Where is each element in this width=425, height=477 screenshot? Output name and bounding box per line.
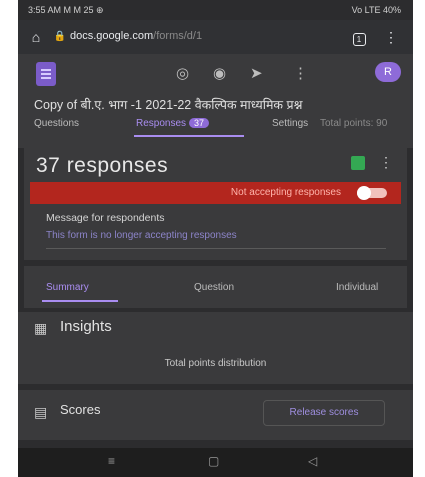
sheets-icon[interactable] bbox=[351, 156, 365, 170]
phone-screen: 3:55 AM M M 25 ⊕ Vo LTE 40% ⌂ 🔒 docs.goo… bbox=[18, 0, 413, 477]
tab-individual[interactable]: Individual bbox=[336, 282, 378, 293]
summary-underline bbox=[42, 300, 118, 302]
status-right: Vo LTE 40% bbox=[351, 5, 401, 15]
status-left: 3:55 AM M M 25 ⊕ bbox=[28, 5, 104, 15]
points-distribution-label: Total points distribution bbox=[164, 358, 267, 369]
tab-question[interactable]: Question bbox=[194, 282, 234, 293]
preview-icon[interactable]: ◉ bbox=[213, 64, 226, 82]
send-icon[interactable]: ➤ bbox=[250, 64, 263, 82]
status-bar: 3:55 AM M M 25 ⊕ Vo LTE 40% bbox=[18, 0, 413, 20]
screenshot-frame: 3:55 AM M M 25 ⊕ Vo LTE 40% ⌂ 🔒 docs.goo… bbox=[0, 0, 425, 477]
url-text[interactable]: docs.google.com/forms/d/1 bbox=[70, 30, 202, 42]
insights-title: Insights bbox=[60, 318, 112, 335]
tab-questions[interactable]: Questions bbox=[34, 118, 79, 129]
response-count-badge: 37 bbox=[189, 118, 210, 128]
responses-more-icon[interactable]: ⋮ bbox=[379, 154, 393, 171]
summary-tabs: Summary Question Individual bbox=[24, 266, 407, 308]
scores-title: Scores bbox=[60, 402, 101, 417]
tab-settings[interactable]: Settings bbox=[272, 118, 308, 129]
browser-url-bar: ⌂ 🔒 docs.google.com/forms/d/1 1 ⋮ bbox=[18, 20, 413, 54]
tab-summary[interactable]: Summary bbox=[46, 282, 89, 293]
form-tab-row: Questions Responses 37 Settings Total poi… bbox=[34, 118, 413, 140]
recents-icon[interactable]: ≡ bbox=[108, 454, 115, 468]
form-title: Copy of बी.ए. भाग -1 2021-22 वैकल्पिक मा… bbox=[34, 98, 303, 112]
url-path: /forms/d/1 bbox=[153, 30, 203, 42]
tab-responses-label: Responses bbox=[136, 118, 187, 129]
responses-count: 37 responses bbox=[36, 154, 169, 177]
accepting-toggle[interactable] bbox=[357, 186, 387, 200]
form-header: ◎ ◉ ➤ ⋮ R Copy of बी.ए. भाग -1 2021-22 व… bbox=[18, 54, 413, 148]
url-domain: docs.google.com bbox=[70, 30, 154, 42]
forms-logo-icon[interactable] bbox=[36, 62, 56, 86]
tab-underline bbox=[134, 135, 244, 137]
accepting-responses-bar: Not accepting responses bbox=[30, 182, 401, 204]
insights-card: ▦ Insights Total points distribution bbox=[18, 312, 413, 384]
message-label: Message for respondents bbox=[46, 212, 165, 224]
tab-switcher-icon[interactable]: 1 bbox=[351, 29, 367, 46]
insights-icon: ▦ bbox=[34, 320, 48, 336]
message-text: This form is no longer accepting respons… bbox=[46, 230, 237, 241]
more-vert-icon[interactable]: ⋮ bbox=[293, 64, 308, 82]
respondent-message-field[interactable]: Message for respondents This form is no … bbox=[36, 210, 401, 254]
menu-icon[interactable]: ⋮ bbox=[383, 29, 399, 45]
responses-card: 37 responses ⋮ Not accepting responses M… bbox=[24, 148, 407, 260]
scores-card: ▤ Scores Release scores bbox=[18, 390, 413, 440]
palette-icon[interactable]: ◎ bbox=[176, 64, 189, 82]
back-icon[interactable]: ◁ bbox=[308, 454, 317, 468]
tab-count: 1 bbox=[352, 33, 366, 46]
total-points: Total points: 90 bbox=[320, 118, 388, 129]
avatar[interactable]: R bbox=[375, 62, 401, 82]
tab-responses[interactable]: Responses 37 bbox=[136, 118, 210, 129]
accepting-status-text: Not accepting responses bbox=[230, 187, 341, 198]
scores-icon: ▤ bbox=[34, 404, 48, 420]
release-scores-button[interactable]: Release scores bbox=[263, 400, 385, 426]
android-nav-bar: ≡ ▢ ◁ bbox=[18, 448, 413, 477]
home-nav-icon[interactable]: ▢ bbox=[208, 454, 219, 468]
message-underline bbox=[46, 248, 386, 249]
home-icon[interactable]: ⌂ bbox=[28, 29, 44, 45]
lock-icon: 🔒 bbox=[53, 31, 67, 42]
